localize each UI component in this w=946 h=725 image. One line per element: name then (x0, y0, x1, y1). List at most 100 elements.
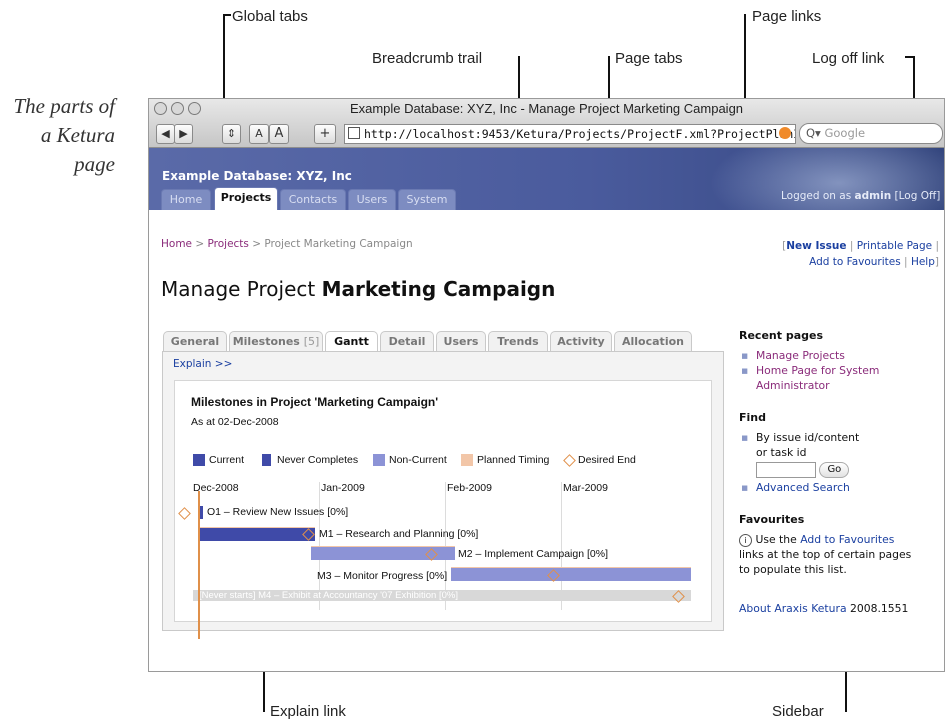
legend-swatch-non-current (373, 454, 385, 466)
legend-label-desired-end: Desired End (578, 454, 636, 466)
annotation-explain: Explain link (270, 703, 346, 720)
tab-users[interactable]: Users (436, 331, 486, 351)
app-header: Example Database: XYZ, Inc Home Projects… (149, 148, 944, 210)
month-label: Mar-2009 (563, 482, 608, 494)
breadcrumb: Home > Projects > Project Marketing Camp… (161, 238, 413, 250)
global-tab-contacts[interactable]: Contacts (280, 189, 346, 210)
text-smaller-button[interactable]: A (249, 124, 269, 144)
annotation-page-links: Page links (752, 8, 822, 25)
annotation-sidebar: Sidebar (772, 703, 824, 720)
tab-detail[interactable]: Detail (380, 331, 434, 351)
go-button[interactable]: Go (819, 462, 850, 478)
advanced-search-link[interactable]: Advanced Search (756, 481, 850, 494)
breadcrumb-sep: > (248, 238, 265, 250)
logon-text: Logged on as (781, 190, 855, 202)
search-icon: Q▾ (806, 126, 821, 140)
callout-line-global-tabs-tick (223, 14, 231, 16)
page-links: [New Issue | Printable Page | Add to Fav… (782, 240, 939, 268)
add-bookmark-button[interactable]: + (314, 124, 336, 144)
tab-allocation[interactable]: Allocation (614, 331, 692, 351)
legend-label-planned: Planned Timing (477, 454, 550, 466)
chart-title: Milestones in Project 'Marketing Campaig… (191, 395, 439, 409)
task-bar-non-current (451, 568, 691, 581)
legend-label-current: Current (209, 454, 245, 466)
title-bar: Example Database: XYZ, Inc - Manage Proj… (149, 99, 944, 148)
about-line: About Araxis Ketura 2008.1551 (739, 602, 908, 615)
page-title: Manage Project Marketing Campaign (161, 277, 555, 301)
url-field[interactable]: http://localhost:9453/Ketura/Projects/Pr… (344, 124, 796, 144)
recent-page-link[interactable]: Home Page for System Administrator (756, 364, 879, 392)
tab-activity[interactable]: Activity (550, 331, 612, 351)
about-link[interactable]: About Araxis Ketura (739, 602, 847, 615)
figure-caption: The parts of a Ketura page (13, 94, 115, 176)
month-label: Feb-2009 (447, 482, 492, 494)
legend-label-never-completes: Never Completes (277, 454, 359, 466)
page-title-project: Marketing Campaign (321, 277, 556, 301)
global-tab-projects[interactable]: Projects (214, 187, 278, 210)
search-placeholder: Google (824, 126, 866, 140)
reload-button[interactable]: ⇕ (222, 124, 241, 144)
tab-milestones-label: Milestones (232, 335, 300, 348)
rss-icon[interactable] (779, 127, 791, 139)
task-bar-current (199, 528, 315, 541)
favourites-heading: Favourites (739, 513, 805, 526)
annotation-breadcrumb: Breadcrumb trail (372, 50, 483, 67)
global-tab-users[interactable]: Users (348, 189, 396, 210)
task-label: [Never starts] M4 – Exhibit at Accountan… (199, 590, 458, 601)
legend-swatch-planned (461, 454, 473, 466)
favourites-help-link[interactable]: Add to Favourites (800, 533, 894, 546)
help-link[interactable]: Help (911, 256, 935, 268)
favourites-help-text: Use the (755, 533, 801, 546)
url-text: http://localhost:9453/Ketura/Projects/Pr… (364, 127, 796, 141)
recent-pages-heading: Recent pages (739, 329, 824, 342)
task-label: O1 – Review New Issues [0%] (207, 506, 349, 518)
favourites-help: i Use the Add to Favourites links at the… (739, 532, 917, 577)
issue-id-input[interactable] (756, 462, 816, 478)
month-label: Jan-2009 (321, 482, 365, 494)
legend-label-non-current: Non-Current (389, 454, 447, 466)
window-title: Example Database: XYZ, Inc - Manage Proj… (349, 101, 744, 116)
logon-status: Logged on as admin [Log Off] (781, 190, 940, 202)
callout-line-log-off-tick (905, 56, 914, 58)
global-tab-system[interactable]: System (398, 189, 456, 210)
recent-page-link[interactable]: Manage Projects (756, 349, 845, 362)
text-larger-button[interactable]: A (269, 124, 289, 144)
find-heading: Find (739, 411, 766, 424)
annotation-page-tabs: Page tabs (615, 50, 683, 67)
page-icon (348, 127, 360, 139)
global-tab-home[interactable]: Home (161, 189, 211, 210)
log-off-link[interactable]: [Log Off] (895, 190, 941, 202)
add-to-favourites-link[interactable]: Add to Favourites (809, 256, 901, 268)
new-issue-link[interactable]: New Issue (786, 240, 846, 252)
forward-button[interactable]: ▶ (174, 124, 193, 144)
search-field[interactable]: Q▾ Google (799, 123, 943, 144)
find-label-2: or task id (756, 446, 807, 459)
annotation-log-off: Log off link (812, 50, 885, 67)
explain-link[interactable]: Explain >> (173, 358, 232, 370)
task-label: M1 – Research and Planning [0%] (319, 528, 479, 540)
today-line (198, 491, 200, 639)
tab-trends[interactable]: Trends (488, 331, 548, 351)
breadcrumb-home[interactable]: Home (161, 238, 192, 250)
legend-swatch-never-completes (262, 454, 271, 466)
back-button[interactable]: ◀ (156, 124, 175, 144)
page-title-prefix: Manage Project (161, 277, 322, 301)
legend-swatch-current (193, 454, 205, 466)
find-label: By issue id/content (756, 431, 860, 444)
chart-subtitle: As at 02-Dec-2008 (191, 416, 279, 428)
version-text: 2008.1551 (846, 602, 909, 615)
browser-window: Example Database: XYZ, Inc - Manage Proj… (148, 98, 945, 672)
database-name: Example Database: XYZ, Inc (162, 169, 352, 183)
tab-gantt[interactable]: Gantt (325, 331, 378, 352)
breadcrumb-current: Project Marketing Campaign (264, 238, 413, 250)
task-label: M3 – Monitor Progress [0%] (317, 570, 448, 582)
sidebar: Recent pages Manage Projects Home Page f… (739, 329, 939, 615)
tab-milestones[interactable]: Milestones [5] (229, 331, 323, 351)
annotation-global-tabs: Global tabs (232, 8, 308, 25)
printable-page-link[interactable]: Printable Page (857, 240, 932, 252)
tab-general[interactable]: General (163, 331, 227, 351)
favourites-help-text-2: links at the top of certain pages to pop… (739, 548, 912, 576)
tab-milestones-count: [5] (303, 335, 320, 348)
task-label: M2 – Implement Campaign [0%] (458, 548, 608, 560)
breadcrumb-projects[interactable]: Projects (208, 238, 249, 250)
